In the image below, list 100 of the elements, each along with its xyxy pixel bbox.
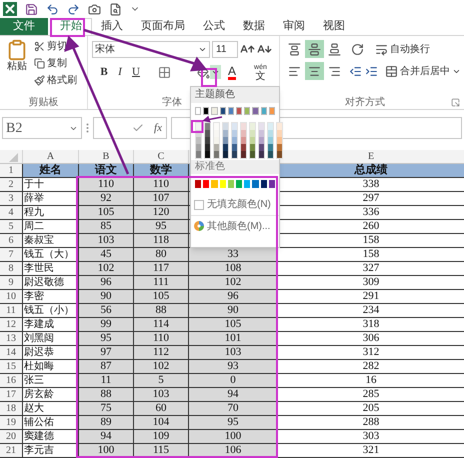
shade-swatch-column[interactable]: [249, 122, 256, 159]
color-swatch[interactable]: [236, 180, 242, 188]
color-swatch[interactable]: [244, 180, 250, 188]
copy-icon: [34, 58, 45, 69]
table-cell: 70: [188, 402, 277, 415]
indent-decrease-icon[interactable]: [349, 64, 362, 78]
color-swatch[interactable]: [260, 180, 267, 188]
save-icon[interactable]: [25, 2, 38, 16]
column-header[interactable]: E: [368, 149, 374, 164]
shade-swatch-column[interactable]: [204, 122, 211, 159]
column-header[interactable]: B: [102, 149, 110, 164]
font-style-button[interactable]: I: [112, 64, 128, 80]
color-swatch[interactable]: [228, 180, 234, 188]
color-swatch[interactable]: [211, 107, 218, 115]
camera-icon[interactable]: [88, 2, 101, 16]
ribbon-tab[interactable]: 页面布局: [132, 18, 194, 35]
table-cell: 107: [133, 192, 188, 205]
table-cell: 120: [133, 206, 188, 219]
font-style-button[interactable]: U: [128, 64, 144, 80]
row-number: 15: [6, 360, 16, 374]
shade-swatch-column[interactable]: [258, 122, 265, 159]
color-swatch[interactable]: [244, 107, 250, 115]
merge-cells-icon: [385, 64, 398, 78]
table-cell: 92: [78, 192, 133, 205]
ribbon-tab[interactable]: 数据: [234, 18, 274, 35]
row-number: 14: [6, 346, 16, 360]
color-swatch[interactable]: [203, 180, 210, 188]
print-preview-icon[interactable]: [109, 2, 122, 16]
font-size-field[interactable]: 11: [212, 40, 238, 58]
column-header[interactable]: C: [158, 149, 164, 164]
shade-swatch-column[interactable]: [267, 122, 274, 159]
dialog-launcher-icon[interactable]: [451, 98, 460, 106]
table-cell: 88: [133, 304, 188, 317]
clipboard-button[interactable]: 复制: [34, 55, 77, 72]
border-icon[interactable]: [158, 66, 171, 78]
shade-swatch-column[interactable]: [276, 122, 283, 159]
redo-icon[interactable]: [67, 2, 80, 16]
ribbon-tab[interactable]: 公式: [194, 18, 234, 35]
ribbon-tab[interactable]: 视图: [314, 18, 354, 35]
paintbrush-icon: [34, 75, 45, 86]
color-swatch[interactable]: [211, 180, 218, 188]
orientation-icon[interactable]: [351, 42, 364, 56]
indent-increase-icon[interactable]: [365, 64, 378, 78]
table-cell: 106: [188, 444, 277, 457]
clipboard-button[interactable]: 格式刷: [34, 72, 77, 89]
table-cell: 118: [133, 234, 188, 247]
table-cell: 105: [188, 318, 277, 331]
row-number: 9: [8, 276, 14, 290]
file-tab[interactable]: 文件: [0, 18, 48, 35]
ribbon-tab[interactable]: 审阅: [274, 18, 314, 35]
color-swatch[interactable]: [220, 180, 226, 188]
color-swatch[interactable]: [252, 107, 259, 115]
color-swatch[interactable]: [260, 107, 267, 115]
color-swatch[interactable]: [203, 107, 210, 115]
table-cell: 80: [133, 248, 188, 261]
color-swatch[interactable]: [195, 180, 202, 188]
table-cell: 103: [188, 346, 277, 359]
color-swatch[interactable]: [228, 107, 234, 115]
column-header[interactable]: A: [46, 149, 54, 164]
font-color-button[interactable]: A: [228, 64, 236, 80]
table-cell: 110: [133, 332, 188, 345]
table-cell: 102: [78, 262, 133, 275]
wrap-text-button[interactable]: 自动换行: [375, 42, 430, 56]
scissors-icon: [34, 41, 45, 52]
color-swatch[interactable]: [268, 180, 276, 188]
font-name-field[interactable]: 宋体: [92, 40, 210, 58]
enter-icon[interactable]: [132, 122, 144, 134]
table-cell: 99: [78, 318, 133, 331]
color-swatch[interactable]: [236, 107, 242, 115]
table-cell: 90: [188, 304, 277, 317]
ribbon-tab[interactable]: 插入: [92, 18, 132, 35]
undo-icon[interactable]: [46, 2, 59, 16]
color-swatch[interactable]: [220, 107, 226, 115]
table-cell: 95: [78, 332, 133, 345]
color-swatch[interactable]: [268, 107, 276, 115]
align-top-icon: [288, 42, 301, 56]
shade-swatch-column[interactable]: [240, 122, 247, 159]
color-swatch[interactable]: [195, 107, 202, 115]
shade-swatch-column[interactable]: [231, 122, 238, 159]
table-cell: 108: [188, 262, 277, 275]
table-cell: 101: [188, 332, 277, 345]
row-number: 20: [6, 430, 16, 444]
group-label: 字体: [162, 96, 183, 109]
highlight-frame: [191, 120, 204, 133]
name-box[interactable]: B2: [2, 117, 82, 139]
shade-swatch-column[interactable]: [195, 122, 202, 159]
paste-button[interactable]: 粘贴: [0, 36, 34, 95]
more-colors-item[interactable]: 其他颜色(M)...: [191, 216, 279, 236]
shade-swatch-column[interactable]: [222, 122, 229, 159]
table-cell: 60: [133, 402, 188, 415]
font-style-button[interactable]: B: [96, 64, 112, 80]
insert-function-button[interactable]: fx: [154, 120, 162, 136]
align-button[interactable]: [305, 62, 324, 80]
merge-center-button[interactable]: 合并后居中: [385, 64, 461, 78]
table-cell: 109: [133, 430, 188, 443]
color-swatch[interactable]: [252, 180, 259, 188]
no-fill-item[interactable]: 无填充颜色(N): [191, 194, 279, 216]
align-button[interactable]: [305, 40, 324, 58]
shade-swatch-column[interactable]: [213, 122, 220, 159]
table-cell: 87: [78, 360, 133, 373]
